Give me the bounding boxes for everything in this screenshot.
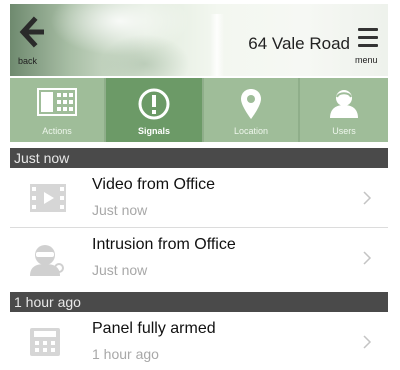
signal-title: Video from Office — [92, 176, 216, 193]
tab-signals[interactable]: Signals — [106, 78, 202, 142]
signal-title: Panel fully armed — [92, 320, 216, 337]
keypad-icon — [30, 328, 60, 356]
chevron-right-icon — [363, 191, 372, 205]
menu-button[interactable]: menu — [350, 26, 388, 70]
video-icon — [30, 184, 66, 212]
tab-label: Signals — [137, 126, 170, 136]
menu-icon-bar — [358, 36, 378, 39]
app-screen: back 64 Vale Road menu Actions Signals L… — [10, 4, 388, 370]
tab-location[interactable]: Location — [204, 78, 298, 142]
tab-label: Actions — [42, 126, 72, 136]
tab-users[interactable]: Users — [300, 78, 388, 142]
back-button[interactable]: back — [12, 12, 62, 68]
section-header: Just now — [10, 148, 388, 168]
signal-item-panel-armed[interactable]: Panel fully armed 1 hour ago — [10, 314, 388, 370]
signal-title: Intrusion from Office — [92, 236, 236, 253]
menu-label: menu — [355, 55, 378, 65]
intruder-icon — [30, 245, 64, 276]
chevron-right-icon — [363, 251, 372, 265]
tab-actions[interactable]: Actions — [10, 78, 104, 142]
signal-item-video[interactable]: Video from Office Just now — [10, 170, 388, 228]
signal-time: Just now — [92, 262, 148, 278]
back-arrow-icon — [19, 16, 44, 48]
actions-icon — [37, 88, 77, 116]
header-bar: back 64 Vale Road menu — [10, 4, 388, 76]
location-pin-icon — [241, 89, 261, 119]
tab-label: Users — [332, 126, 356, 136]
users-icon — [330, 90, 358, 118]
chevron-right-icon — [363, 335, 372, 349]
menu-icon-bar — [358, 44, 378, 47]
back-label: back — [18, 56, 38, 66]
tab-label: Location — [233, 126, 269, 136]
section-header: 1 hour ago — [10, 292, 388, 312]
page-title: 64 Vale Road — [248, 34, 350, 53]
tab-bar: Actions Signals Location Users — [10, 78, 388, 142]
signal-time: 1 hour ago — [92, 346, 159, 362]
signal-time: Just now — [92, 202, 148, 218]
signal-item-intrusion[interactable]: Intrusion from Office Just now — [10, 230, 388, 288]
signals-icon — [138, 88, 170, 120]
divider — [10, 227, 388, 228]
menu-icon — [358, 28, 378, 31]
